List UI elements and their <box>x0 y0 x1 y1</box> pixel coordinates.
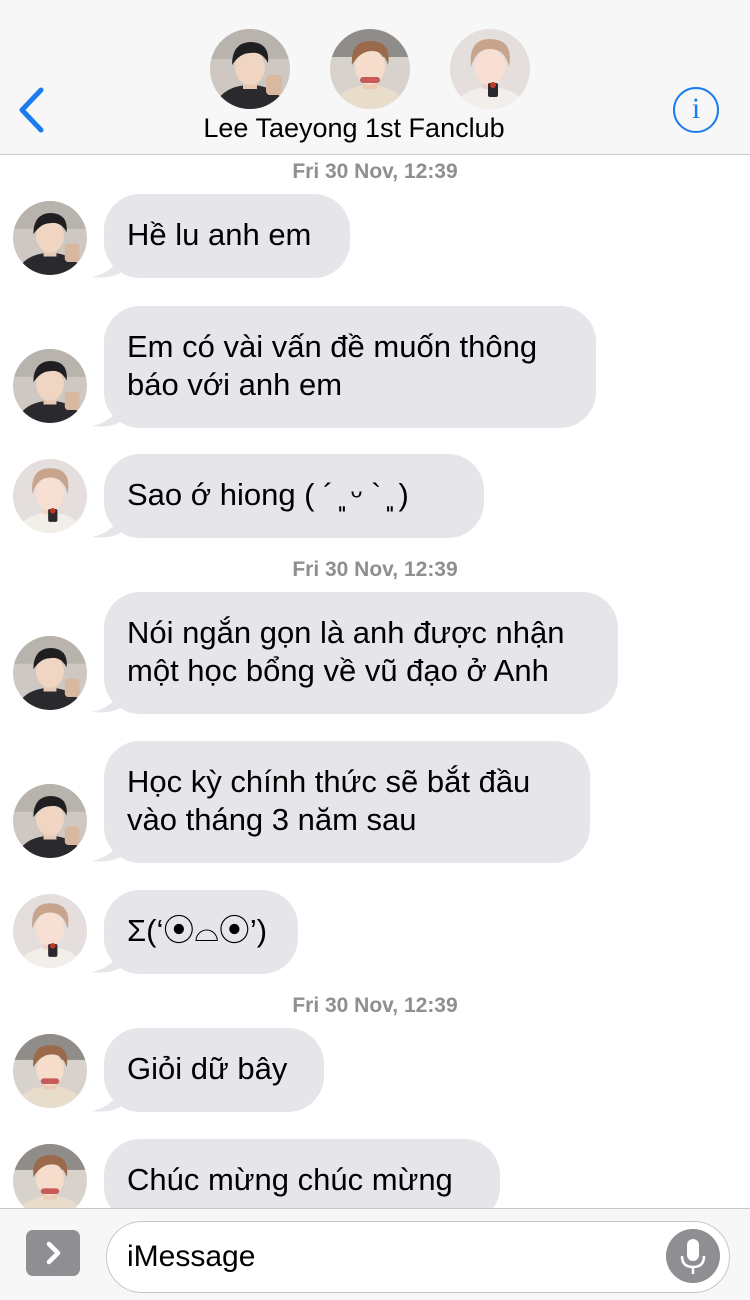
message-text: Nói ngắn gọn là anh được nhận <box>127 615 565 650</box>
message-bubble[interactable]: Học kỳ chính thức sẽ bắt đầu vào tháng 3… <box>104 741 590 863</box>
message-bubble[interactable]: Chúc mừng chúc mừng <box>104 1139 500 1208</box>
sender-avatar <box>13 636 87 710</box>
member-3-avatar <box>450 29 530 109</box>
message-text: Em có vài vấn đề muốn thông <box>127 329 538 364</box>
message-bubble[interactable]: Hề lu anh em <box>104 194 350 278</box>
timestamp: Fri 30 Nov, 12:39 <box>292 994 458 1017</box>
message-text: Giỏi dữ bây <box>127 1051 288 1086</box>
sender-avatar <box>13 894 87 968</box>
message-text: Hề lu anh em <box>127 217 312 252</box>
message-bubble[interactable]: Nói ngắn gọn là anh được nhận một học bổ… <box>104 592 618 714</box>
navigation-header: Lee Taeyong 1st Fanclub i <box>0 0 750 155</box>
sender-avatar <box>13 459 87 533</box>
message-bubble[interactable]: Sao ớ hiong ( ´ ͈ ᵕ ` ͈ ) <box>104 454 484 538</box>
group-avatars[interactable] <box>0 0 750 115</box>
sender-avatar <box>13 201 87 275</box>
message-bubble[interactable]: Giỏi dữ bây <box>104 1028 324 1112</box>
sender-avatar <box>13 1144 87 1208</box>
sender-avatar <box>13 1034 87 1108</box>
sender-avatar <box>13 784 87 858</box>
message-text: Σ(‘⦿⌓⦿’) <box>127 913 268 948</box>
chevron-right-icon <box>46 1241 61 1265</box>
timestamp: Fri 30 Nov, 12:39 <box>292 558 458 581</box>
message-list[interactable]: Fri 30 Nov, 12:39 Hề lu anh em Em có vài… <box>0 156 750 1208</box>
message-text: một học bổng về vũ đạo ở Anh <box>127 653 549 688</box>
info-icon: i <box>691 92 701 125</box>
imessage-input[interactable]: iMessage <box>106 1221 730 1293</box>
message-text: Học kỳ chính thức sẽ bắt đầu <box>127 764 531 799</box>
message-text: Chúc mừng chúc mừng <box>127 1162 453 1197</box>
compose-bar: iMessage <box>0 1208 750 1300</box>
message-text: báo với anh em <box>127 367 343 402</box>
sender-avatar <box>13 349 87 423</box>
member-1-avatar <box>210 29 290 109</box>
message-text: Sao ớ hiong ( ´ ͈ ᵕ ` ͈ ) <box>127 477 409 512</box>
dictation-button[interactable] <box>666 1229 720 1283</box>
info-button[interactable]: i <box>673 87 719 133</box>
message-text: vào tháng 3 năm sau <box>127 802 417 837</box>
timestamp: Fri 30 Nov, 12:39 <box>292 160 458 183</box>
imessage-conversation-screen: Lee Taeyong 1st Fanclub i Fri 30 Nov, 12… <box>0 0 750 1300</box>
message-bubble[interactable]: Em có vài vấn đề muốn thông báo với anh … <box>104 306 596 428</box>
member-2-avatar <box>330 29 410 109</box>
message-bubble[interactable]: Σ(‘⦿⌓⦿’) <box>104 890 298 974</box>
microphone-icon <box>680 1239 706 1274</box>
conversation-title[interactable]: Lee Taeyong 1st Fanclub <box>0 113 708 144</box>
apps-expand-button[interactable] <box>26 1230 80 1276</box>
